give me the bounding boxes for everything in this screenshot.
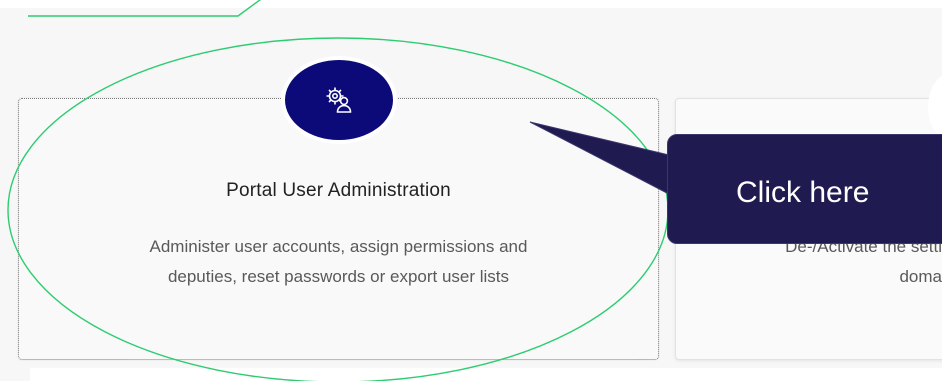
user-settings-icon (326, 87, 352, 113)
right-tile-description-line2: doma (899, 267, 942, 286)
bottom-strip (30, 368, 942, 381)
top-strip (0, 0, 942, 8)
tile-icon-badge (285, 60, 393, 140)
tile-description-line2: deputies, reset passwords or export user… (167, 267, 510, 286)
tile-title: Portal User Administration (226, 180, 451, 201)
tile-description: Administer user accounts, assign permiss… (18, 232, 659, 292)
callout-text: Click here (736, 176, 870, 209)
tile-description-line1: Administer user accounts, assign permiss… (149, 237, 528, 256)
